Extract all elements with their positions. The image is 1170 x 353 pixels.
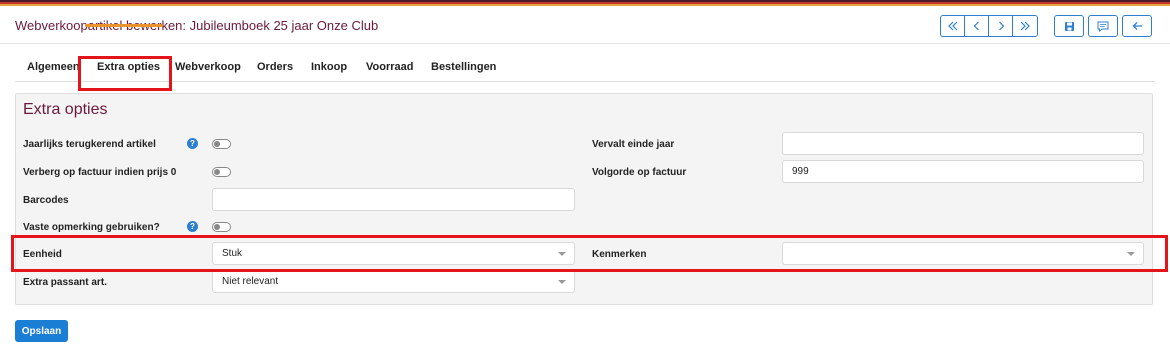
previous-icon	[973, 21, 979, 31]
save-icon-button[interactable]	[1054, 15, 1084, 37]
tab-highlight-box	[78, 56, 172, 91]
tab-inkoop[interactable]: Inkoop	[311, 61, 347, 73]
first-page-icon	[947, 21, 957, 31]
last-page-icon	[1020, 21, 1030, 31]
back-button[interactable]	[1122, 15, 1152, 37]
help-icon[interactable]: ?	[187, 221, 198, 232]
vaste-opmerking-toggle[interactable]	[212, 222, 231, 232]
help-icon[interactable]: ?	[187, 138, 198, 149]
eenheid-row-highlight-box	[11, 235, 1168, 272]
save-icon	[1064, 21, 1074, 31]
vervalt-input[interactable]	[782, 132, 1144, 155]
previous-record-button[interactable]	[965, 16, 989, 36]
active-tab-indicator	[85, 24, 163, 27]
next-record-button[interactable]	[989, 16, 1013, 36]
comment-button[interactable]	[1088, 15, 1118, 37]
tab-voorraad[interactable]: Voorraad	[366, 61, 413, 73]
volgorde-input[interactable]: 999	[782, 160, 1144, 183]
next-icon	[998, 21, 1004, 31]
jaarlijks-toggle[interactable]	[212, 139, 231, 149]
first-record-button[interactable]	[941, 16, 965, 36]
page-header: Webverkoopartikel bewerken: Jubileumboek…	[0, 6, 1170, 44]
vaste-opmerking-label: Vaste opmerking gebruiken?	[23, 222, 160, 233]
vervalt-label: Vervalt einde jaar	[592, 139, 675, 150]
record-navigation	[940, 15, 1038, 37]
tab-orders[interactable]: Orders	[257, 61, 293, 73]
comment-icon	[1097, 21, 1109, 32]
extra-passant-select[interactable]: Niet relevant	[212, 270, 575, 293]
verberg-label: Verberg op factuur indien prijs 0	[23, 167, 177, 178]
barcodes-label: Barcodes	[23, 195, 69, 206]
panel-title: Extra opties	[23, 101, 108, 118]
verberg-toggle[interactable]	[212, 167, 231, 177]
tab-algemeen[interactable]: Algemeen	[27, 61, 80, 73]
save-button[interactable]: Opslaan	[15, 320, 68, 342]
page-title: Webverkoopartikel bewerken: Jubileumboek…	[15, 18, 379, 33]
extra-passant-label: Extra passant art.	[23, 277, 107, 288]
last-record-button[interactable]	[1013, 16, 1037, 36]
extra-options-panel	[15, 93, 1153, 305]
tab-bar: Algemeen Extra opties Webverkoop Orders …	[15, 56, 1155, 82]
volgorde-label: Volgorde op factuur	[592, 167, 687, 178]
tab-bestellingen[interactable]: Bestellingen	[431, 61, 496, 73]
tab-webverkoop[interactable]: Webverkoop	[175, 61, 241, 73]
back-arrow-icon	[1132, 22, 1142, 30]
barcodes-input[interactable]	[212, 188, 575, 211]
extra-passant-value: Niet relevant	[222, 276, 279, 287]
chevron-down-icon	[558, 280, 566, 284]
jaarlijks-label: Jaarlijks terugkerend artikel	[23, 139, 156, 150]
